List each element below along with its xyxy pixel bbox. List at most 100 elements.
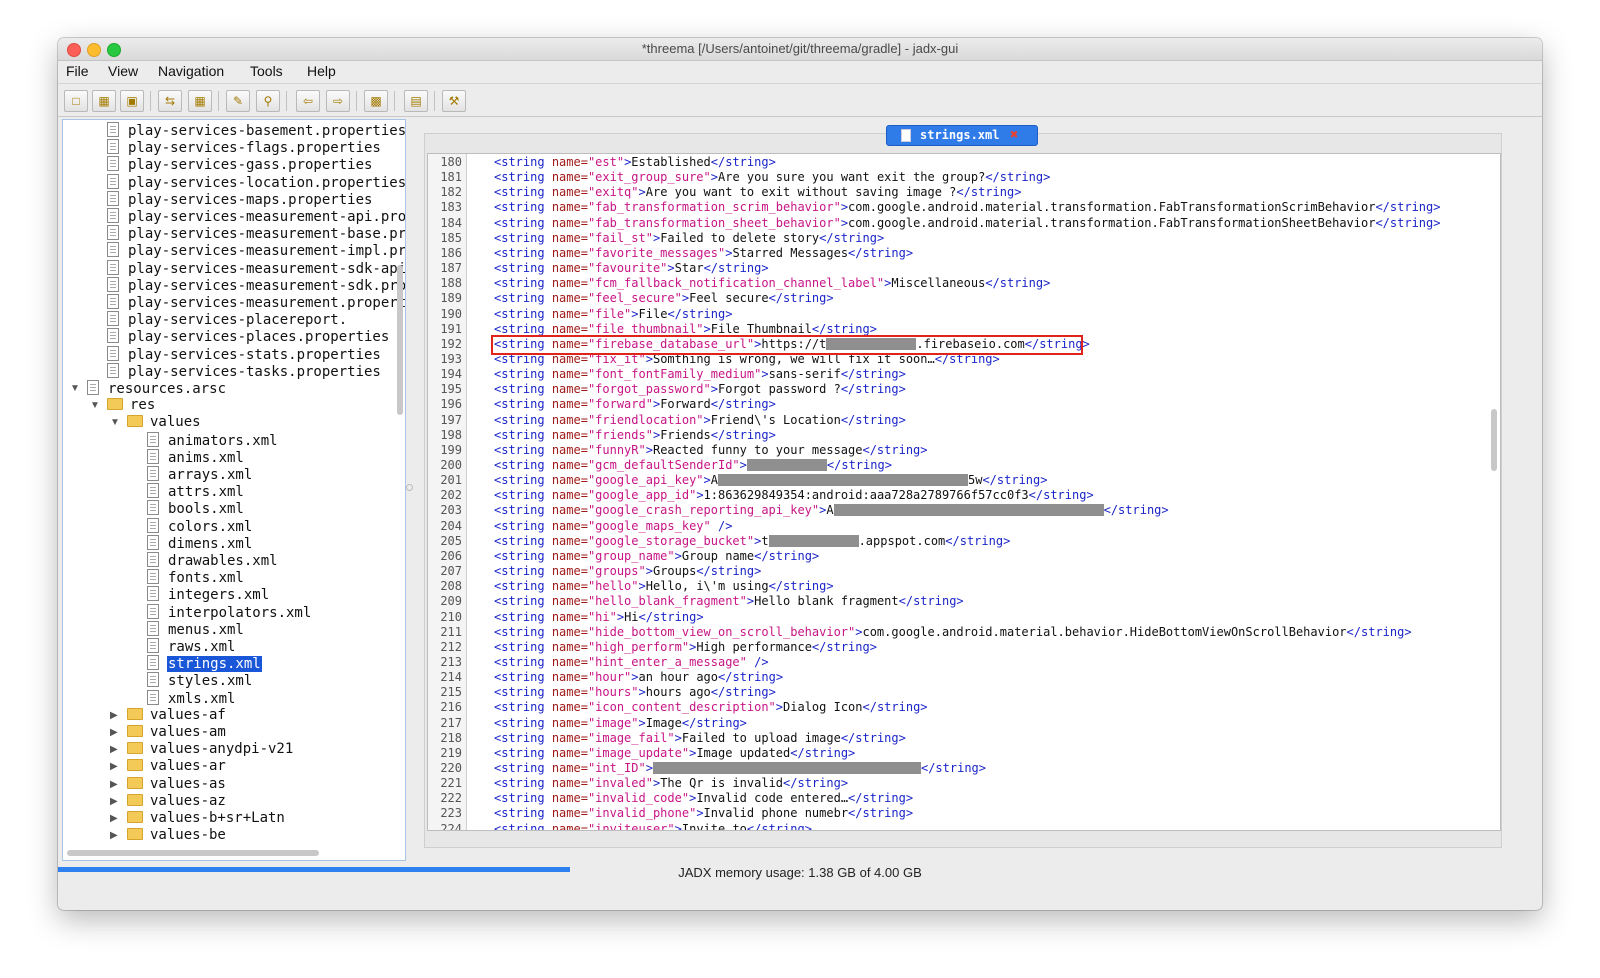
tree-expand-toggle[interactable]: ▼	[90, 397, 100, 414]
tree-folder-item[interactable]: values-az	[127, 793, 227, 810]
back-arrow-icon[interactable]: ⇦	[296, 90, 320, 112]
tree-vertical-scrollbar[interactable]	[397, 265, 403, 415]
code-view[interactable]: 180 181 182 183 184 185 186 187 188 189 190 191 192 1…	[427, 153, 1501, 831]
flatten-icon[interactable]: ▦	[188, 90, 212, 112]
code-line: <string name="font_fontFamily_medium">sa…	[494, 367, 906, 382]
tree-folder-item[interactable]: values-anydpi-v21	[127, 741, 294, 758]
tree-expand-toggle[interactable]: ▶	[110, 776, 118, 793]
xml-attr-value: "fail_st"	[587, 230, 653, 245]
file-icon	[147, 689, 159, 705]
code-vertical-scrollbar[interactable]	[1491, 409, 1497, 471]
save-all-icon[interactable]: ▦	[92, 90, 116, 112]
file-icon	[107, 173, 119, 189]
tree-file-item[interactable]: play-services-placereport.	[107, 311, 348, 328]
tree-file-item[interactable]: bools.xml	[147, 500, 245, 517]
tree-file-item[interactable]: xmls.xml	[147, 689, 236, 707]
tree-file-item[interactable]: play-services-stats.properties	[107, 345, 382, 363]
tree-file-item[interactable]: interpolators.xml	[147, 603, 312, 621]
tree-expand-toggle[interactable]: ▶	[110, 741, 118, 758]
deobfuscation-icon[interactable]: ▩	[364, 90, 388, 112]
tree-expand-toggle[interactable]: ▶	[110, 707, 118, 724]
text-search-icon[interactable]: ✎	[226, 90, 250, 112]
tree-expand-toggle[interactable]: ▼	[110, 414, 120, 431]
preferences-icon[interactable]: ⚒	[442, 90, 466, 112]
tree-file-item[interactable]: styles.xml	[147, 672, 253, 689]
tree-expand-toggle[interactable]: ▶	[110, 827, 118, 844]
tree-expand-toggle[interactable]: ▼	[70, 380, 80, 397]
tree-file-item[interactable]: play-services-gass.properties	[107, 156, 373, 173]
menu-tools[interactable]: Tools	[250, 63, 283, 79]
file-tree-panel[interactable]: play-services-basement.properties play-se…	[62, 119, 406, 861]
tree-item-label: drawables.xml	[168, 553, 278, 569]
tree-item-label: play-services-location.properties	[128, 174, 406, 191]
open-folder-icon[interactable]: □	[64, 90, 88, 112]
tree-file-item[interactable]: play-services-maps.properties	[107, 190, 373, 208]
tree-expand-toggle[interactable]: ▶	[110, 793, 118, 810]
tree-file-item[interactable]: play-services-places.properties	[107, 328, 390, 345]
tree-file-item[interactable]: play-services-location.properties	[107, 173, 406, 191]
xml-attr-name: name=	[551, 397, 588, 412]
menu-help[interactable]: Help	[307, 63, 336, 79]
tab-strings-xml[interactable]: strings.xml ✖	[886, 125, 1038, 146]
forward-arrow-icon[interactable]: ⇨	[326, 90, 350, 112]
tree-file-item[interactable]: resources.arsc	[87, 380, 227, 397]
menu-navigation[interactable]: Navigation	[158, 63, 224, 79]
tree-file-item[interactable]: play-services-tasks.properties	[107, 362, 382, 380]
xml-tag: </string>	[1346, 624, 1412, 639]
xml-tag: </string>	[811, 321, 877, 336]
tree-folder-item[interactable]: values-af	[127, 707, 227, 724]
tree-file-item[interactable]: animators.xml	[147, 431, 279, 449]
tree-file-item[interactable]: play-services-measurement-impl.pr	[107, 242, 405, 259]
tree-file-item[interactable]: drawables.xml	[147, 552, 279, 569]
tree-file-item[interactable]: dimens.xml	[147, 534, 253, 552]
tree-file-item[interactable]: integers.xml	[147, 586, 270, 603]
class-search-icon[interactable]: ⚲	[256, 90, 280, 112]
tree-horizontal-scrollbar[interactable]	[67, 850, 319, 856]
tree-file-item[interactable]: fonts.xml	[147, 569, 245, 586]
tree-file-item[interactable]: colors.xml	[147, 517, 253, 535]
tree-file-item[interactable]: menus.xml	[147, 620, 245, 638]
xml-space	[545, 746, 552, 760]
tree-folder-item[interactable]: values-am	[127, 724, 227, 741]
xml-tag: </string>	[898, 594, 964, 609]
tree-file-item[interactable]: raws.xml	[147, 638, 236, 655]
tree-file-item[interactable]: play-services-flags.properties	[107, 139, 382, 156]
menu-view[interactable]: View	[108, 63, 138, 79]
tree-folder-item[interactable]: values-ar	[127, 758, 227, 775]
close-icon[interactable]: ✖	[1010, 126, 1018, 145]
code-line: <string name="high_perform">High perform…	[494, 640, 877, 655]
export-icon[interactable]: ▣	[120, 90, 144, 112]
tree-file-item[interactable]: attrs.xml	[147, 483, 245, 500]
log-viewer-icon[interactable]: ▤	[404, 90, 428, 112]
tree-folder-item[interactable]: values-be	[127, 827, 227, 844]
tree-folder-item[interactable]: values-as	[127, 776, 227, 793]
tree-file-item[interactable]: play-services-measurement-api.pro	[107, 208, 405, 225]
tree-folder-item[interactable]: values	[127, 414, 202, 431]
tree-expand-toggle[interactable]: ▶	[110, 758, 118, 775]
tree-expand-toggle[interactable]: ▶	[110, 724, 118, 741]
tree-file-item[interactable]: strings.xml	[147, 655, 262, 673]
file-icon	[147, 552, 159, 567]
xml-space	[545, 382, 552, 396]
code-line: <string name="group_name">Group name</st…	[494, 549, 819, 564]
tree-file-item[interactable]: play-services-measurement.propert	[107, 294, 405, 311]
xml-tag: >	[631, 306, 639, 321]
tree-file-item[interactable]: play-services-measurement-base.pr	[107, 225, 405, 242]
tree-folder-item[interactable]: res	[107, 397, 156, 414]
split-pane-divider[interactable]	[406, 484, 413, 491]
tree-file-item[interactable]: play-services-measurement-sdk.pro	[107, 276, 405, 294]
xml-attr-value: "funnyR"	[587, 442, 646, 457]
tree-expand-toggle[interactable]: ▶	[110, 810, 118, 827]
tree-file-item[interactable]: arrays.xml	[147, 466, 253, 483]
tree-item-label: anims.xml	[168, 449, 244, 466]
tree-folder-item[interactable]: values-b+sr+Latn	[127, 810, 286, 827]
tree-file-item[interactable]: play-services-measurement-sdk-api	[107, 259, 405, 277]
menu-file[interactable]: File	[66, 63, 89, 79]
code-line: <string name="exitq">Are you want to exi…	[494, 185, 1021, 200]
tree-file-item[interactable]: anims.xml	[147, 448, 245, 466]
xml-space	[545, 670, 552, 684]
sync-icon[interactable]: ⇆	[158, 90, 182, 112]
tree-file-item[interactable]: play-services-basement.properties	[107, 122, 405, 139]
toolbar-separator	[394, 91, 395, 111]
xml-attr-name: name=	[551, 170, 588, 185]
